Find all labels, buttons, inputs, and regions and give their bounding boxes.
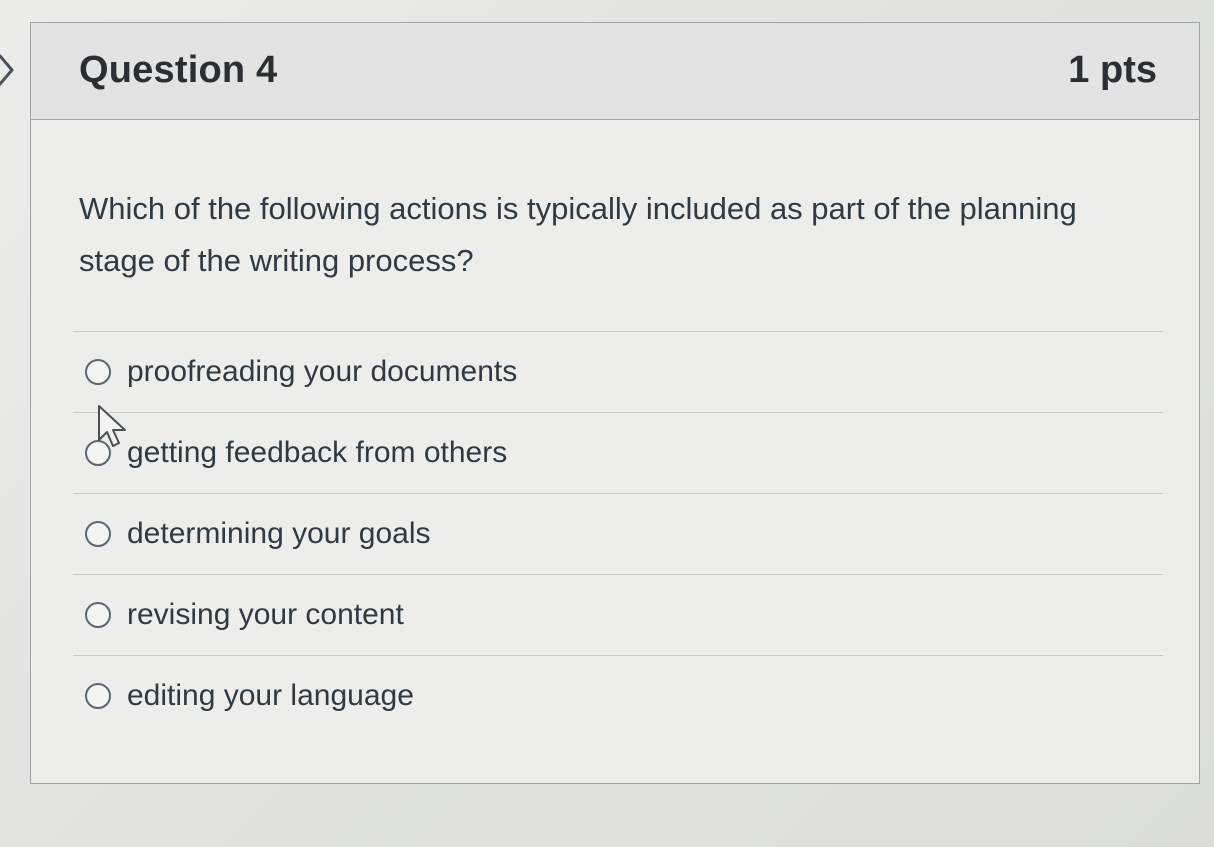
answer-option[interactable]: proofreading your documents (73, 331, 1163, 412)
answer-label[interactable]: revising your content (127, 598, 404, 632)
answer-option[interactable]: revising your content (73, 574, 1163, 655)
radio-button-icon[interactable] (85, 359, 111, 385)
radio-button-icon[interactable] (85, 683, 111, 709)
answer-label[interactable]: proofreading your documents (127, 355, 517, 389)
question-card: Question 4 1 pts Which of the following … (30, 22, 1200, 784)
question-header: Question 4 1 pts (31, 23, 1199, 120)
question-title: Question 4 (79, 49, 278, 91)
answer-list: proofreading your documents getting feed… (73, 331, 1163, 736)
radio-button-icon[interactable] (85, 602, 111, 628)
chevron-right-icon[interactable] (0, 50, 18, 90)
question-text: Which of the following actions is typica… (79, 191, 1077, 278)
answer-option[interactable]: determining your goals (73, 493, 1163, 574)
radio-button-icon[interactable] (85, 521, 111, 547)
answer-label[interactable]: getting feedback from others (127, 436, 507, 470)
question-points: 1 pts (1068, 49, 1157, 91)
answer-label[interactable]: editing your language (127, 679, 414, 713)
answer-label[interactable]: determining your goals (127, 517, 431, 551)
answer-option[interactable]: editing your language (73, 655, 1163, 736)
quiz-page: Question 4 1 pts Which of the following … (0, 0, 1214, 847)
mouse-cursor-icon (98, 405, 126, 447)
answer-option[interactable]: getting feedback from others (73, 412, 1163, 493)
